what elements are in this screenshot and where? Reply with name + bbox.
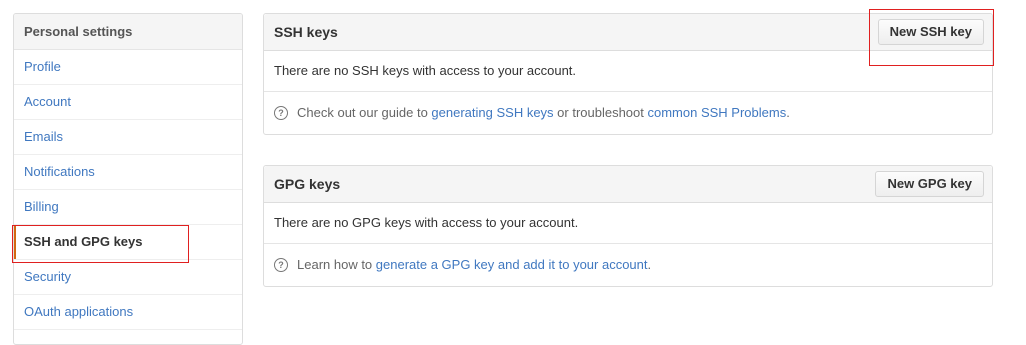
ssh-help-suffix: . xyxy=(786,105,790,120)
ssh-help-prefix: Check out our guide to xyxy=(297,105,432,120)
sidebar-item-oauth-applications[interactable]: OAuth applications xyxy=(14,295,242,330)
generate-gpg-key-link[interactable]: generate a GPG key and add it to your ac… xyxy=(376,244,648,286)
sidebar-item-ssh-gpg-keys[interactable]: SSH and GPG keys xyxy=(14,225,242,260)
ssh-keys-panel: SSH keys New SSH key There are no SSH ke… xyxy=(263,13,993,135)
sidebar-header: Personal settings xyxy=(14,14,242,50)
sidebar-item-account[interactable]: Account xyxy=(14,85,242,120)
gpg-keys-help: ? Learn how to generate a GPG key and ad… xyxy=(264,244,992,286)
ssh-keys-header: SSH keys New SSH key xyxy=(264,14,992,51)
question-circle-icon: ? xyxy=(274,106,288,120)
gpg-keys-title: GPG keys xyxy=(274,176,341,192)
gpg-help-suffix: . xyxy=(647,257,652,272)
new-gpg-key-button[interactable]: New GPG key xyxy=(875,171,984,197)
sidebar-item-emails[interactable]: Emails xyxy=(14,120,242,155)
new-ssh-key-button[interactable]: New SSH key xyxy=(877,19,984,45)
gpg-keys-panel: GPG keys New GPG key There are no GPG ke… xyxy=(263,165,993,287)
settings-sidebar: Personal settings Profile Account Emails… xyxy=(13,13,243,345)
ssh-keys-empty-message: There are no SSH keys with access to you… xyxy=(264,51,992,92)
sidebar-item-security[interactable]: Security xyxy=(14,260,242,295)
sidebar-item-billing[interactable]: Billing xyxy=(14,190,242,225)
question-circle-icon: ? xyxy=(274,258,288,272)
ssh-help-middle: or troubleshoot xyxy=(553,105,648,120)
gpg-keys-header: GPG keys New GPG key xyxy=(264,166,992,203)
common-ssh-problems-link[interactable]: common SSH Problems xyxy=(648,92,787,134)
generating-ssh-keys-link[interactable]: generating SSH keys xyxy=(431,92,553,134)
ssh-keys-title: SSH keys xyxy=(274,24,338,40)
sidebar-item-profile[interactable]: Profile xyxy=(14,50,242,85)
ssh-keys-help: ? Check out our guide to generating SSH … xyxy=(264,92,992,134)
gpg-keys-empty-message: There are no GPG keys with access to you… xyxy=(264,203,992,244)
gpg-help-prefix: Learn how to xyxy=(297,257,376,272)
sidebar-item-notifications[interactable]: Notifications xyxy=(14,155,242,190)
